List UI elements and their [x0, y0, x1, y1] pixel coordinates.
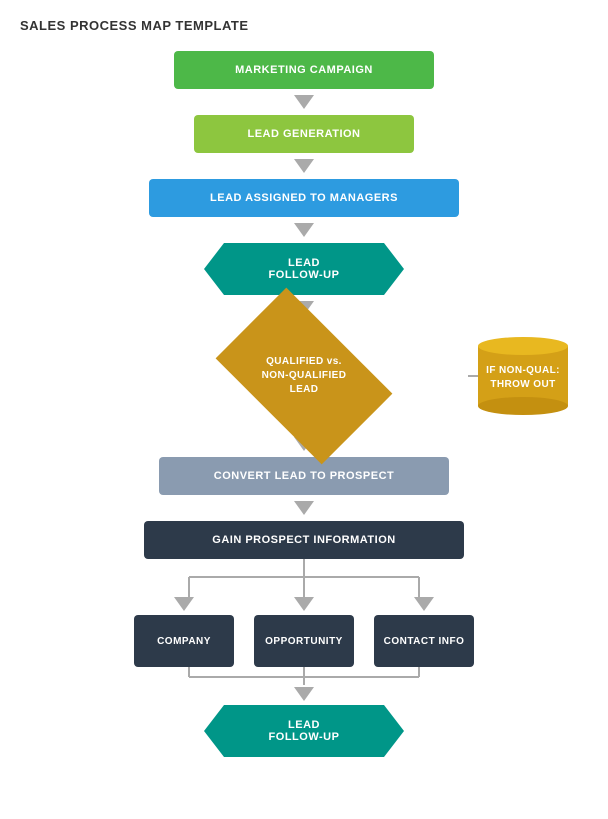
bottom-branch-arrows: [134, 667, 474, 685]
company-box: COMPANY: [134, 615, 234, 667]
opportunity-box: OPPORTUNITY: [254, 615, 354, 667]
lead-followup2-box: LEAD FOLLOW-UP: [204, 705, 404, 757]
qualified-diamond: QUALIFIED vs. NON-QUALIFIED LEAD: [204, 321, 404, 431]
arrow-7: [294, 687, 314, 701]
arrow-contact-info: [414, 597, 434, 611]
bottom-branch-svg: [134, 667, 474, 685]
arrow-opportunity: [294, 597, 314, 611]
arrow-1: [294, 95, 314, 109]
flowchart: MARKETING CAMPAIGN LEAD GENERATION LEAD …: [20, 51, 588, 757]
company-column: COMPANY: [134, 597, 234, 667]
contact-info-column: CONTACT INFO: [374, 597, 474, 667]
arrow-company: [174, 597, 194, 611]
branch-arrow-area: [134, 559, 474, 597]
lead-assigned-box: LEAD ASSIGNED TO MANAGERS: [149, 179, 459, 217]
arrow-2: [294, 159, 314, 173]
arrow-6: [294, 501, 314, 515]
lead-followup1-box: LEAD FOLLOW-UP: [204, 243, 404, 295]
qualified-section: QUALIFIED vs. NON-QUALIFIED LEAD IF NON-…: [20, 321, 588, 431]
opportunity-column: OPPORTUNITY: [249, 597, 359, 667]
lead-generation-box: LEAD GENERATION: [194, 115, 414, 153]
page-title: SALES PROCESS MAP TEMPLATE: [20, 18, 588, 33]
gain-prospect-box: GAIN PROSPECT INFORMATION: [144, 521, 464, 559]
convert-box: CONVERT LEAD TO PROSPECT: [159, 457, 449, 495]
contact-info-box: CONTACT INFO: [374, 615, 474, 667]
marketing-campaign-box: MARKETING CAMPAIGN: [174, 51, 434, 89]
non-qual-cylinder: IF NON-QUAL: THROW OUT: [478, 337, 568, 415]
three-boxes-row: COMPANY OPPORTUNITY CONTACT INFO: [134, 597, 474, 667]
arrow-3: [294, 223, 314, 237]
branch-svg: [134, 559, 474, 597]
